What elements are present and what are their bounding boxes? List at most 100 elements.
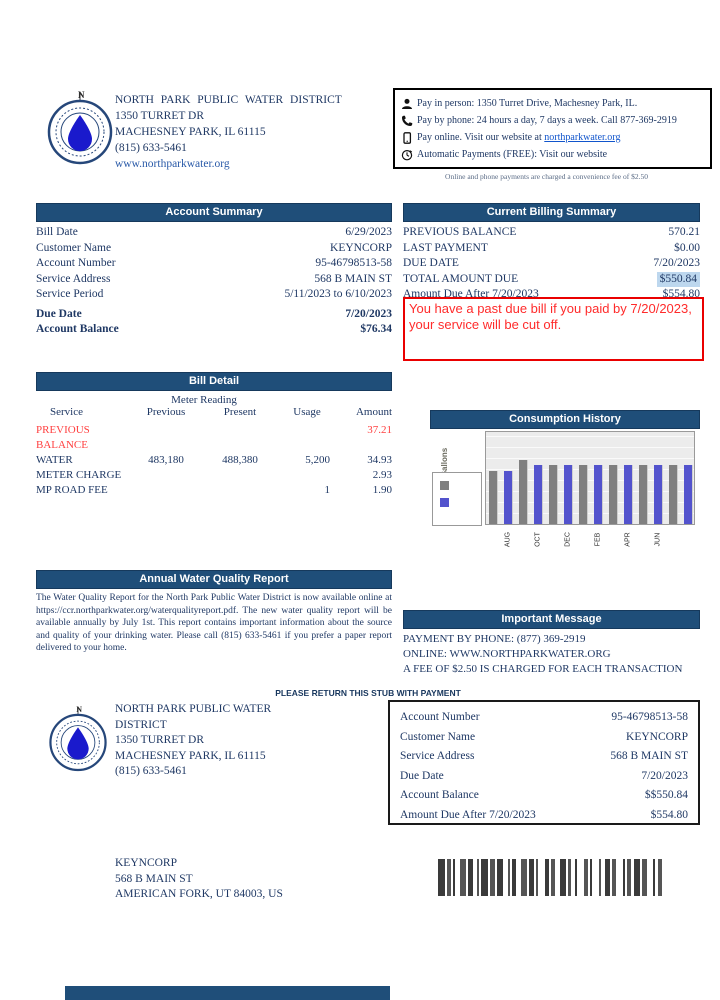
cell-usage: 5,200: [278, 453, 336, 468]
row-value: KEYNCORP: [330, 241, 392, 257]
row-value: $554.80: [651, 806, 688, 826]
cell-amount: 1.90: [336, 483, 392, 498]
present-header: Present: [202, 406, 278, 418]
chart-bar: [654, 465, 663, 524]
row-value: 5/11/2023 to 6/10/2023: [284, 287, 392, 303]
water-drop-logo-icon: N: [44, 88, 116, 166]
text-line: A FEE OF $2.50 IS CHARGED FOR EACH TRANS…: [403, 662, 700, 677]
chart-bar: [669, 465, 678, 524]
text-line: AMERICAN FORK, UT 84003, US: [115, 887, 283, 903]
bill-detail-header: Bill Detail: [36, 372, 392, 391]
water-drop-logo-icon: N: [46, 703, 110, 773]
current-billing-header: Current Billing Summary: [403, 203, 700, 222]
chart-bar: [504, 471, 513, 524]
website-link[interactable]: northparkwater.org: [544, 132, 620, 143]
mobile-icon: [401, 132, 417, 144]
company-info-block: NORTH PARK PUBLIC WATER DISTRICT 1350 TU…: [115, 92, 342, 172]
svg-text:N: N: [76, 705, 82, 714]
company-address2: MACHESNEY PARK, IL 61115: [115, 124, 342, 140]
payment-options-box: Pay in person: 1350 Turret Drive, Maches…: [393, 88, 712, 169]
text-line: KEYNCORP: [115, 856, 283, 872]
row-value: 7/20/2023: [641, 767, 688, 787]
chart-bar: [624, 465, 633, 524]
legend-swatch-gray: [440, 481, 449, 490]
table-row: Account Balance$$550.84: [400, 786, 688, 806]
bill-detail-rows: PREVIOUS BALANCE37.21WATER483,180488,380…: [36, 423, 392, 498]
row-label: Due Date: [400, 767, 444, 787]
pay-online-text-before: Pay online. Visit our website at: [417, 132, 544, 143]
past-due-warning: You have a past due bill if you paid by …: [403, 297, 704, 361]
row-label: Account Number: [400, 708, 480, 728]
table-row: TOTAL AMOUNT DUE$550.84: [403, 272, 700, 288]
company-name: NORTH PARK PUBLIC WATER DISTRICT: [115, 92, 342, 108]
chart-bar: [519, 460, 528, 524]
row-label: Service Address: [36, 272, 110, 288]
chart-bar: [594, 465, 603, 524]
water-quality-header: Annual Water Quality Report: [36, 570, 392, 589]
water-bill-page: N NORTH PARK PUBLIC WATER DISTRICT 1350 …: [0, 0, 720, 1000]
x-axis-tick-label: FEB: [594, 528, 601, 552]
row-value: 7/20/2023: [345, 307, 392, 323]
cell-usage: 1: [278, 483, 336, 498]
chart-bar: [534, 465, 543, 524]
row-label: Service Address: [400, 747, 474, 767]
row-value: $550.84: [657, 272, 700, 288]
chart-bar: [609, 465, 618, 524]
chart-bar: [549, 465, 558, 524]
cell-service: PREVIOUS BALANCE: [36, 423, 130, 453]
stub-account-box: Account Number95-46798513-58Customer Nam…: [388, 700, 700, 825]
important-message-lines: PAYMENT BY PHONE: (877) 369-2919ONLINE: …: [403, 632, 700, 677]
cell-service: METER CHARGE: [36, 468, 130, 483]
service-header: Service: [36, 406, 130, 418]
row-value: 7/20/2023: [653, 256, 700, 272]
stub-company-block: NORTH PARK PUBLIC WATERDISTRICT1350 TURR…: [115, 702, 305, 780]
table-row: Due Date 7/20/2023: [400, 767, 688, 787]
cell-present: [202, 423, 278, 453]
meter-reading-header: Meter Reading: [130, 394, 278, 406]
text-line: 1350 TURRET DR: [115, 733, 305, 749]
person-icon: [401, 98, 417, 110]
row-label: Bill Date: [36, 225, 78, 241]
current-billing-section: Current Billing Summary PREVIOUS BALANCE…: [403, 203, 700, 303]
mailing-address-block: KEYNCORP568 B MAIN STAMERICAN FORK, UT 8…: [115, 856, 283, 903]
stub-account-rows: Account Number95-46798513-58Customer Nam…: [400, 708, 688, 825]
table-row: LAST PAYMENT$0.00: [403, 241, 700, 257]
text-line: PAYMENT BY PHONE: (877) 369-2919: [403, 632, 700, 647]
row-label: Customer Name: [36, 241, 111, 257]
row-label: Customer Name: [400, 728, 475, 748]
amount-header: Amount: [336, 406, 392, 418]
chart-bar: [579, 465, 588, 524]
bill-detail-column-headers: Meter Reading: [36, 394, 392, 406]
chart-bar: [489, 471, 498, 524]
cell-amount: 34.93: [336, 453, 392, 468]
row-label: Service Period: [36, 287, 103, 303]
cell-present: [202, 483, 278, 498]
bill-detail-section: Bill Detail Meter Reading Service Previo…: [36, 372, 392, 498]
table-row: WATER483,180488,3805,20034.93: [36, 453, 392, 468]
return-stub-note: PLEASE RETURN THIS STUB WITH PAYMENT: [36, 688, 700, 698]
cell-service: MP ROAD FEE: [36, 483, 130, 498]
stub-company-logo: N: [46, 703, 110, 773]
pay-by-phone-text: Pay by phone: 24 hours a day, 7 days a w…: [417, 112, 677, 129]
chart-plot-area: [485, 431, 695, 525]
pay-online-text: Pay online. Visit our website at northpa…: [417, 129, 620, 146]
cell-service: WATER: [36, 453, 130, 468]
text-line: MACHESNEY PARK, IL 61115: [115, 749, 305, 765]
bill-detail-subheaders: Service Previous Present Usage Amount: [36, 406, 392, 418]
cell-previous: [130, 423, 202, 453]
row-label: Account Balance: [400, 786, 479, 806]
row-label: Account Balance: [36, 322, 119, 338]
text-line: ONLINE: WWW.NORTHPARKWATER.ORG: [403, 647, 700, 662]
row-label: Account Number: [36, 256, 116, 272]
row-value: 570.21: [668, 225, 700, 241]
pay-in-person-text: Pay in person: 1350 Turret Drive, Maches…: [417, 95, 637, 112]
company-website-link: www.northparkwater.org: [115, 156, 342, 172]
row-value: 568 B MAIN ST: [314, 272, 392, 288]
table-row: Account Balance$76.34: [36, 322, 392, 338]
table-row: MP ROAD FEE 11.90: [36, 483, 392, 498]
cell-amount: 2.93: [336, 468, 392, 483]
table-row: DUE DATE7/20/2023: [403, 256, 700, 272]
company-logo: N: [44, 88, 116, 166]
table-row: Service Address568 B MAIN ST: [400, 747, 688, 767]
chart-bar: [564, 465, 573, 524]
